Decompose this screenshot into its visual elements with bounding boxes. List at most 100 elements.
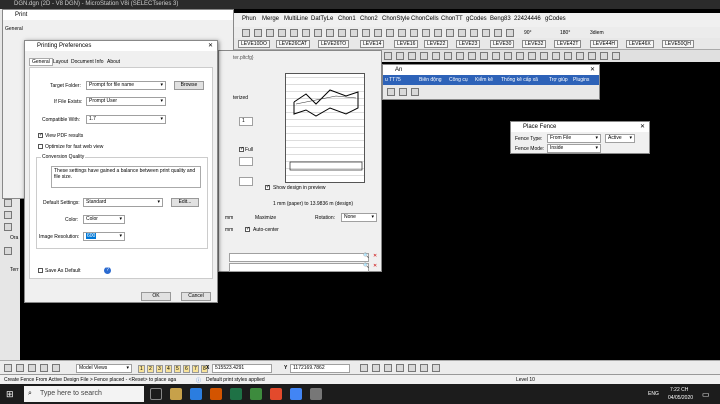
vn-menu-tt75[interactable]: u TT75 [385,77,401,83]
save-default-checkbox[interactable] [38,268,43,273]
tool-icon[interactable] [468,52,476,60]
tool-icon[interactable] [504,52,512,60]
tool-icon[interactable] [4,211,12,219]
autocenter-checkbox[interactable] [245,226,250,232]
level-button[interactable]: LEVE46X [626,40,654,48]
tool-icon[interactable] [4,199,12,207]
view-button-4[interactable]: 4 [165,365,172,373]
menu-item-gcodes[interactable]: gCodes [466,16,487,22]
show-design-checkbox[interactable] [265,184,270,190]
vn-menu-bien-dong[interactable]: Biên động [419,77,442,83]
compatible-select[interactable]: 1.7 [86,115,166,124]
tool-icon[interactable] [314,29,322,37]
tool-icon[interactable] [290,29,298,37]
target-folder-select[interactable]: Prompt for file name [86,81,166,90]
level-button[interactable]: LEVE50QH [662,40,694,48]
fence-mode-select[interactable]: Inside [547,144,601,153]
optimize-checkbox[interactable] [38,144,43,149]
tool-icon[interactable] [506,29,514,37]
view-button-2[interactable]: 2 [147,365,154,373]
tool-icon[interactable] [492,52,500,60]
app-icon[interactable] [190,388,202,400]
menu-item-22424446[interactable]: 22424446 [514,16,541,22]
app-icon[interactable] [310,388,322,400]
tool-icon[interactable] [444,52,452,60]
tool-icon[interactable] [360,364,368,372]
tool-icon[interactable] [40,364,48,372]
tool-icon[interactable] [52,364,60,372]
print-tab-general[interactable]: General [5,26,23,32]
tab-general[interactable]: General [29,58,53,66]
tool-icon[interactable] [302,29,310,37]
tool-icon[interactable] [362,29,370,37]
tool-icon[interactable] [576,52,584,60]
tool-icon[interactable] [552,52,560,60]
y-coordinate-field[interactable]: 1172169.7862 [290,364,350,373]
print-full-checkbox[interactable] [239,146,244,152]
menu-item-chonstyle[interactable]: ChonStyle [382,16,410,22]
notification-icon[interactable]: ▭ [702,390,710,399]
print-field[interactable] [239,157,253,166]
tool-icon[interactable] [387,88,395,96]
tool-icon[interactable] [408,364,416,372]
ok-button[interactable]: OK [141,292,171,301]
tool-icon[interactable] [396,364,404,372]
windows-start-icon[interactable]: ⊞ [6,389,14,400]
tab-layout[interactable]: Layout [53,59,68,65]
print-value-field[interactable]: 1 [239,117,253,126]
view-button-1[interactable]: 1 [138,365,145,373]
cancel-button[interactable]: Cancel [181,292,211,301]
tool-icon[interactable] [456,52,464,60]
tool-icon[interactable] [242,29,250,37]
tool-icon[interactable] [398,29,406,37]
view-button-3[interactable]: 3 [156,365,163,373]
task-view-icon[interactable] [150,388,162,400]
tool-icon[interactable] [480,52,488,60]
tool-icon[interactable] [4,364,12,372]
rotate-angle[interactable]: 180° [560,30,570,36]
tool-icon[interactable] [372,364,380,372]
model-views-select[interactable]: Model Views [76,364,132,373]
tool-icon[interactable] [4,247,12,255]
tool-icon[interactable] [254,29,262,37]
tool-icon[interactable] [528,52,536,60]
vn-menu-plugins[interactable]: Plugins [573,77,589,83]
tool-icon[interactable] [588,52,596,60]
help-icon[interactable]: ? [104,267,111,274]
vn-menu-tro-giup[interactable]: Trợ giúp [549,77,568,83]
tool-icon[interactable] [278,29,286,37]
excel-icon[interactable] [230,388,242,400]
zoom-angle[interactable]: 90° [524,30,532,36]
tool-icon[interactable] [422,29,430,37]
app-icon[interactable] [270,388,282,400]
view-button-7[interactable]: 7 [192,365,199,373]
clock-date[interactable]: 04/05/2020 [668,395,693,401]
tool-icon[interactable] [4,223,12,231]
tool-icon[interactable] [374,29,382,37]
tool-icon[interactable] [432,364,440,372]
tab-about[interactable]: About [107,59,120,65]
app-icon[interactable] [250,388,262,400]
tool-icon[interactable] [432,52,440,60]
tool-icon[interactable] [612,52,620,60]
tool-icon[interactable] [399,88,407,96]
tool-icon[interactable] [386,29,394,37]
tool-icon[interactable] [482,29,490,37]
level-button[interactable]: LEVE23 [456,40,481,48]
clock-time[interactable]: 7:22 CH [670,387,688,393]
fence-active-select[interactable]: Active [605,134,635,143]
active-level[interactable]: Level 10 [516,377,535,383]
level-button[interactable]: LEVE30 [490,40,515,48]
color-select[interactable]: Color [83,215,125,224]
menu-item-choncells[interactable]: ChonCells [411,16,439,22]
view-button-5[interactable]: 5 [174,365,181,373]
tool-icon[interactable] [411,88,419,96]
tool-icon[interactable] [326,29,334,37]
tool-icon[interactable] [516,52,524,60]
resolution-select[interactable]: 600 [83,232,125,241]
tool-icon[interactable] [16,364,24,372]
level-button[interactable]: LEVE22 [424,40,449,48]
input-language[interactable]: ENG [648,391,659,397]
menu-item-chon2[interactable]: Chon2 [360,16,378,22]
tool-icon[interactable] [494,29,502,37]
